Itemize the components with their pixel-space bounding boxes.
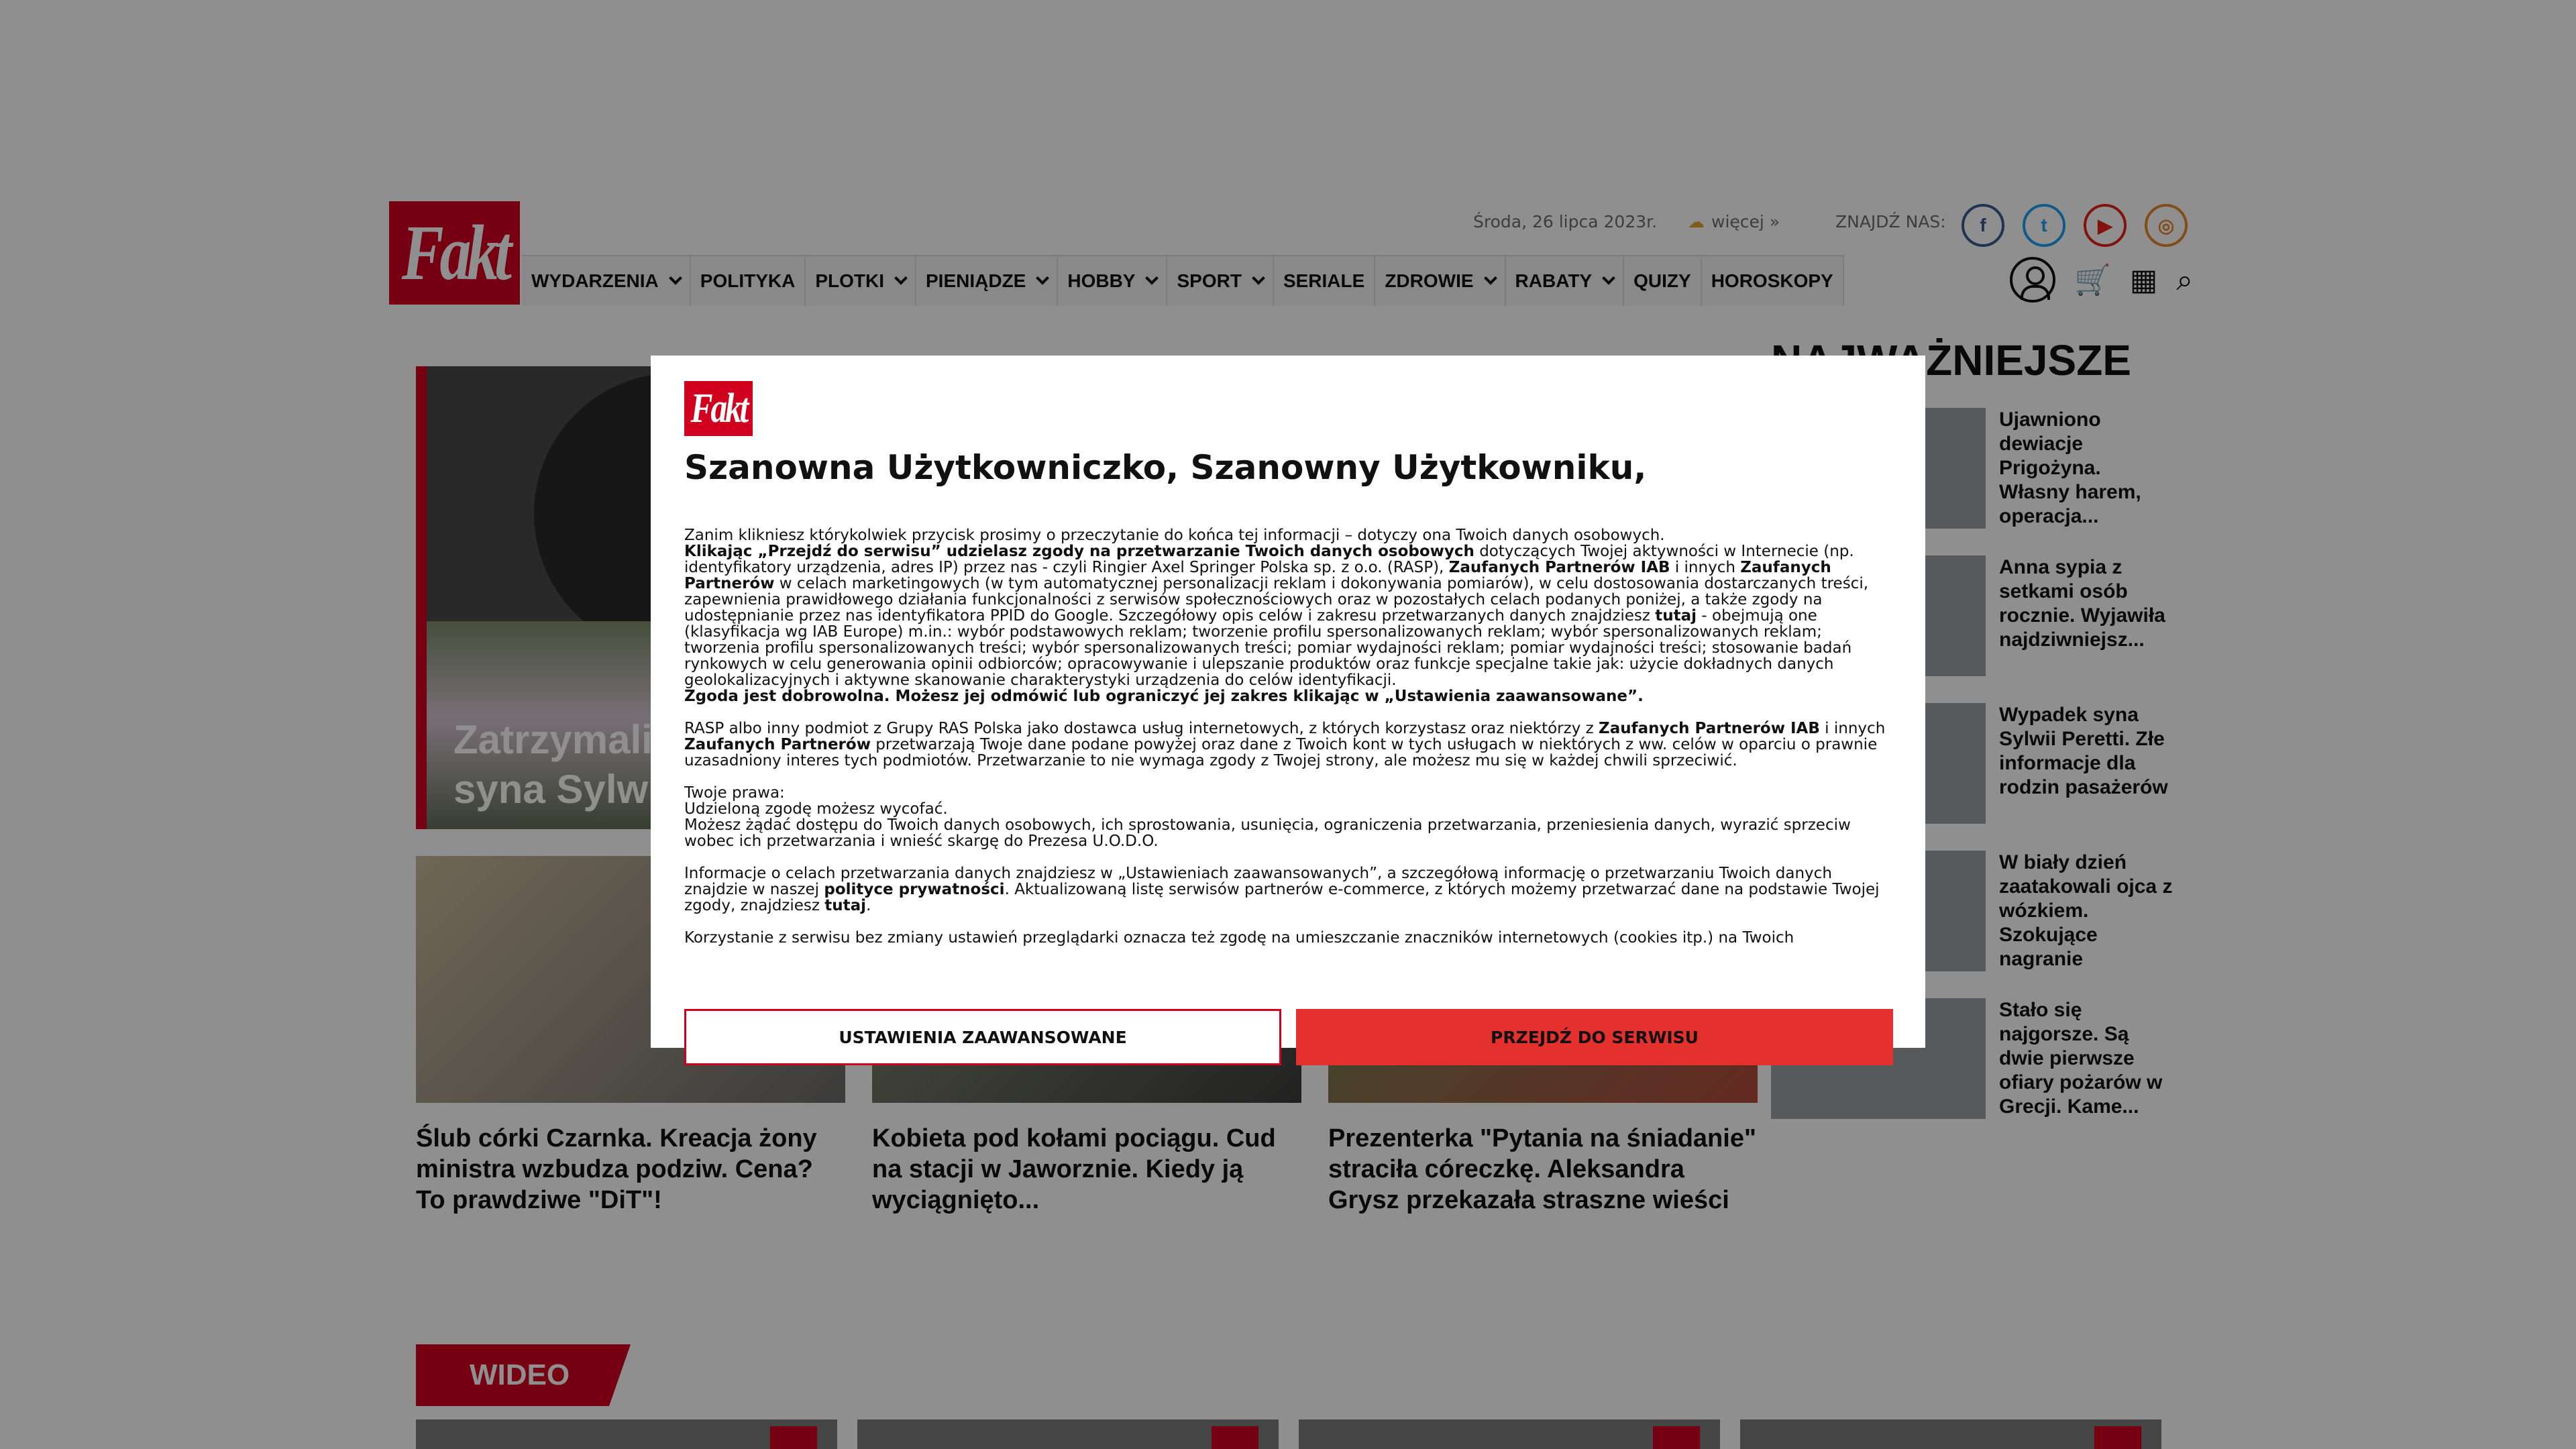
details-link[interactable]: tutaj (1655, 607, 1697, 625)
consent-title: Szanowna Użytkowniczko, Szanowny Użytkow… (684, 448, 1647, 487)
consent-paragraph: Informacje o celach przetwarzania danych… (684, 865, 1880, 914)
advanced-settings-button[interactable]: USTAWIENIA ZAAWANSOWANE (684, 1009, 1281, 1065)
consent-buttons: USTAWIENIA ZAAWANSOWANE PRZEJDŹ DO SERWI… (684, 1009, 1893, 1065)
consent-paragraph: Zanim klikniesz którykolwiek przycisk pr… (684, 527, 1869, 705)
consent-paragraph: Twoje prawa: Udzieloną zgodę możesz wyco… (684, 784, 1851, 850)
partners-list-link[interactable]: tutaj (824, 897, 866, 914)
consent-logo: Fakt (684, 381, 753, 436)
consent-paragraph: Korzystanie z serwisu bez zmiany ustawie… (684, 929, 1794, 947)
accept-button[interactable]: PRZEJDŹ DO SERWISU (1296, 1009, 1893, 1065)
iab-partners-link[interactable]: Zaufanych Partnerów IAB (1599, 720, 1820, 737)
iab-partners-link[interactable]: Zaufanych Partnerów IAB (1449, 559, 1670, 576)
consent-dialog: Fakt Szanowna Użytkowniczko, Szanowny Uż… (651, 356, 1925, 1065)
trusted-partners-link[interactable]: Zaufanych Partnerów (684, 736, 871, 753)
consent-text[interactable]: Zanim klikniesz którykolwiek przycisk pr… (684, 527, 1892, 953)
consent-paragraph: RASP albo inny podmiot z Grupy RAS Polsk… (684, 720, 1886, 769)
privacy-policy-link[interactable]: polityce prywatności (824, 881, 1004, 898)
